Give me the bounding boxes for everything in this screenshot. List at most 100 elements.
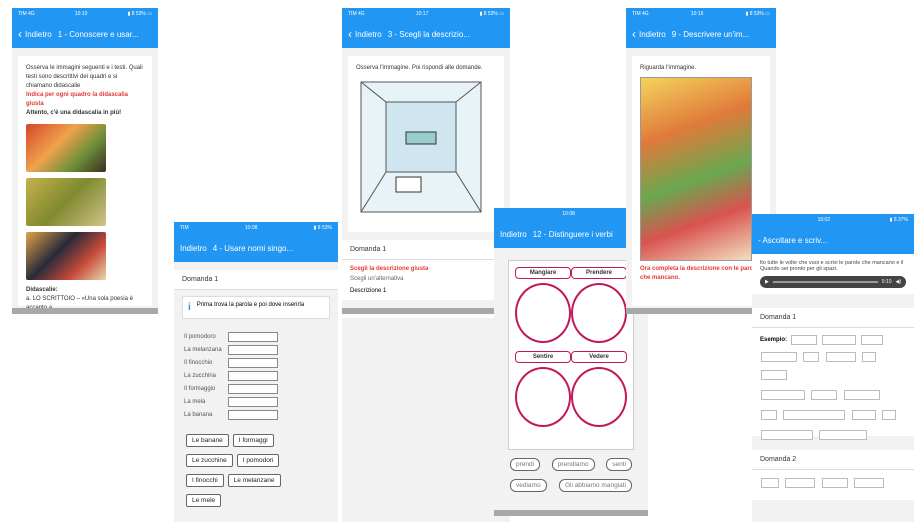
carrier: TIM 4G bbox=[348, 11, 365, 17]
blank[interactable] bbox=[761, 410, 777, 420]
play-icon[interactable]: ▶ bbox=[765, 279, 769, 285]
volume-icon[interactable]: ◀) bbox=[895, 279, 901, 285]
verb-chip[interactable]: Gli abbiamo mangiati bbox=[558, 479, 632, 492]
verb-chip[interactable]: prendiamo bbox=[551, 458, 595, 471]
blank[interactable] bbox=[843, 390, 880, 400]
fill-label: La mela bbox=[184, 399, 206, 405]
blank[interactable] bbox=[785, 478, 816, 488]
word-chip[interactable]: I pomodori bbox=[236, 454, 280, 467]
blank[interactable] bbox=[783, 410, 846, 420]
word-chip[interactable]: Le zucchine bbox=[186, 454, 233, 467]
word-chip[interactable]: I finocchi bbox=[186, 474, 224, 487]
blank[interactable] bbox=[761, 478, 779, 488]
blank[interactable] bbox=[825, 352, 856, 362]
word-chip[interactable]: Le mele bbox=[186, 494, 222, 507]
blanks-card bbox=[752, 470, 914, 500]
audio-time: 0:10 bbox=[881, 279, 892, 285]
back-chevron-icon[interactable]: ‹ bbox=[18, 27, 22, 41]
back-chevron-icon[interactable]: ‹ bbox=[348, 27, 352, 41]
blank[interactable] bbox=[761, 390, 805, 400]
content-card: Osserva le immagini seguenti e i testi. … bbox=[18, 56, 152, 308]
status-bar: TIM 4G 10:16 ▮ 8 53% ▭ bbox=[626, 8, 776, 20]
target-mangiare[interactable]: Mangiare bbox=[515, 267, 571, 279]
back-link[interactable]: Indietro bbox=[180, 244, 207, 253]
screen-1: TIM 4G 10:10 ▮ 8 53% ▭ ‹ Indietro 1 - Co… bbox=[12, 8, 158, 314]
word-row: prendi prendiamo senti bbox=[494, 454, 648, 475]
back-link[interactable]: Indietro bbox=[500, 230, 527, 239]
word-chip[interactable]: Le melanzane bbox=[227, 474, 281, 487]
verb-chip[interactable]: vediamo bbox=[510, 479, 547, 492]
drop-circle[interactable] bbox=[571, 283, 627, 343]
blank[interactable] bbox=[761, 370, 787, 380]
blank[interactable] bbox=[791, 335, 818, 345]
blank[interactable] bbox=[851, 410, 876, 420]
word-chip[interactable]: Le banane bbox=[186, 434, 229, 447]
screen-title: 3 - Scegli la descrizio... bbox=[387, 29, 470, 39]
instruction: Ora completa la descrizione con le parol… bbox=[640, 266, 759, 281]
blank[interactable] bbox=[862, 352, 877, 362]
back-link[interactable]: Indietro bbox=[355, 30, 382, 39]
battery: ▮ 8 53% ▭ bbox=[127, 11, 152, 17]
question-card: Scegli la descrizione giusta Scegli un'a… bbox=[342, 260, 510, 300]
drop-circle[interactable] bbox=[571, 367, 627, 427]
painting-fruit[interactable] bbox=[26, 124, 106, 172]
fill-input[interactable] bbox=[228, 358, 278, 368]
time: 10:10 bbox=[74, 11, 88, 17]
fill-input[interactable] bbox=[228, 371, 278, 381]
fill-input[interactable] bbox=[228, 345, 278, 355]
target-prendere[interactable]: Prendere bbox=[571, 267, 627, 279]
blank[interactable] bbox=[821, 478, 848, 488]
time: 10:17 bbox=[415, 11, 429, 17]
blank[interactable] bbox=[761, 352, 797, 362]
intro-text: Osserva le immagini seguenti e i testi. … bbox=[26, 65, 143, 89]
painting-still-life[interactable] bbox=[26, 178, 106, 226]
painting-teapot[interactable] bbox=[26, 232, 106, 280]
instruction: Indica per ogni quadro la didascalia giu… bbox=[26, 92, 129, 107]
word-row: vediamo Gli abbiamo mangiati bbox=[494, 475, 648, 496]
info-text: Prima trova la parola e poi dove inserir… bbox=[196, 302, 305, 308]
word-chip[interactable]: I formaggi bbox=[232, 434, 274, 447]
fill-input[interactable] bbox=[228, 397, 278, 407]
nav-bar: ‹ Indietro 9 - Descrivere un'im... bbox=[626, 20, 776, 48]
info-box: i Prima trova la parola e poi dove inser… bbox=[182, 296, 330, 319]
blank[interactable] bbox=[822, 335, 857, 345]
blank[interactable] bbox=[819, 430, 868, 440]
room-illustration bbox=[360, 81, 482, 213]
back-link[interactable]: Indietro bbox=[639, 30, 666, 39]
target-vedere[interactable]: Vedere bbox=[571, 351, 627, 363]
instruction: Scegli la descrizione giusta bbox=[350, 266, 429, 272]
blank[interactable] bbox=[803, 352, 820, 362]
screen-3-continuation bbox=[342, 318, 510, 522]
section-header: Domanda 2 bbox=[752, 450, 914, 470]
back-chevron-icon[interactable]: ‹ bbox=[632, 27, 636, 41]
verb-chip[interactable]: prendi bbox=[510, 458, 541, 471]
status-bar: 10:02 ▮ 8 37% bbox=[752, 214, 914, 226]
battery: ▮ 8 53% ▭ bbox=[745, 11, 770, 17]
fill-input[interactable] bbox=[228, 410, 278, 420]
screen-4: 10:08▭ Indietro 12 - Distinguere i verbi… bbox=[494, 208, 648, 516]
blank[interactable] bbox=[861, 335, 884, 345]
status-bar: TIM 4G 10:17 ▮ 8 53% ▭ bbox=[342, 8, 510, 20]
blank[interactable] bbox=[761, 430, 813, 440]
nav-bar: Indietro 4 - Usare nomi singo... bbox=[174, 234, 338, 262]
verb-chip[interactable]: senti bbox=[606, 458, 632, 471]
audio-progress[interactable] bbox=[772, 281, 878, 283]
blank[interactable] bbox=[882, 410, 897, 420]
drop-circle[interactable] bbox=[515, 367, 571, 427]
status-bar: 10:08▭ bbox=[494, 208, 648, 220]
blank[interactable] bbox=[811, 390, 838, 400]
screen-title: 1 - Conoscere e usar... bbox=[57, 29, 139, 39]
fill-row: La zucchina bbox=[184, 371, 328, 381]
nav-bar: Indietro 12 - Distinguere i verbi bbox=[494, 220, 648, 248]
target-sentire[interactable]: Sentire bbox=[515, 351, 571, 363]
drop-circle[interactable] bbox=[515, 283, 571, 343]
fill-input[interactable] bbox=[228, 332, 278, 342]
fill-row: Il finocchio bbox=[184, 358, 328, 368]
word-bank: Le banane I formaggi Le zucchine I pomodori… bbox=[174, 427, 338, 511]
option-1[interactable]: Descrizione 1 bbox=[350, 288, 502, 294]
fill-input[interactable] bbox=[228, 384, 278, 394]
back-link[interactable]: Indietro bbox=[25, 30, 52, 39]
audio-player[interactable]: ▶ 0:10 ◀) bbox=[760, 276, 906, 288]
blank[interactable] bbox=[854, 478, 885, 488]
fill-row: La melanzana bbox=[184, 345, 328, 355]
